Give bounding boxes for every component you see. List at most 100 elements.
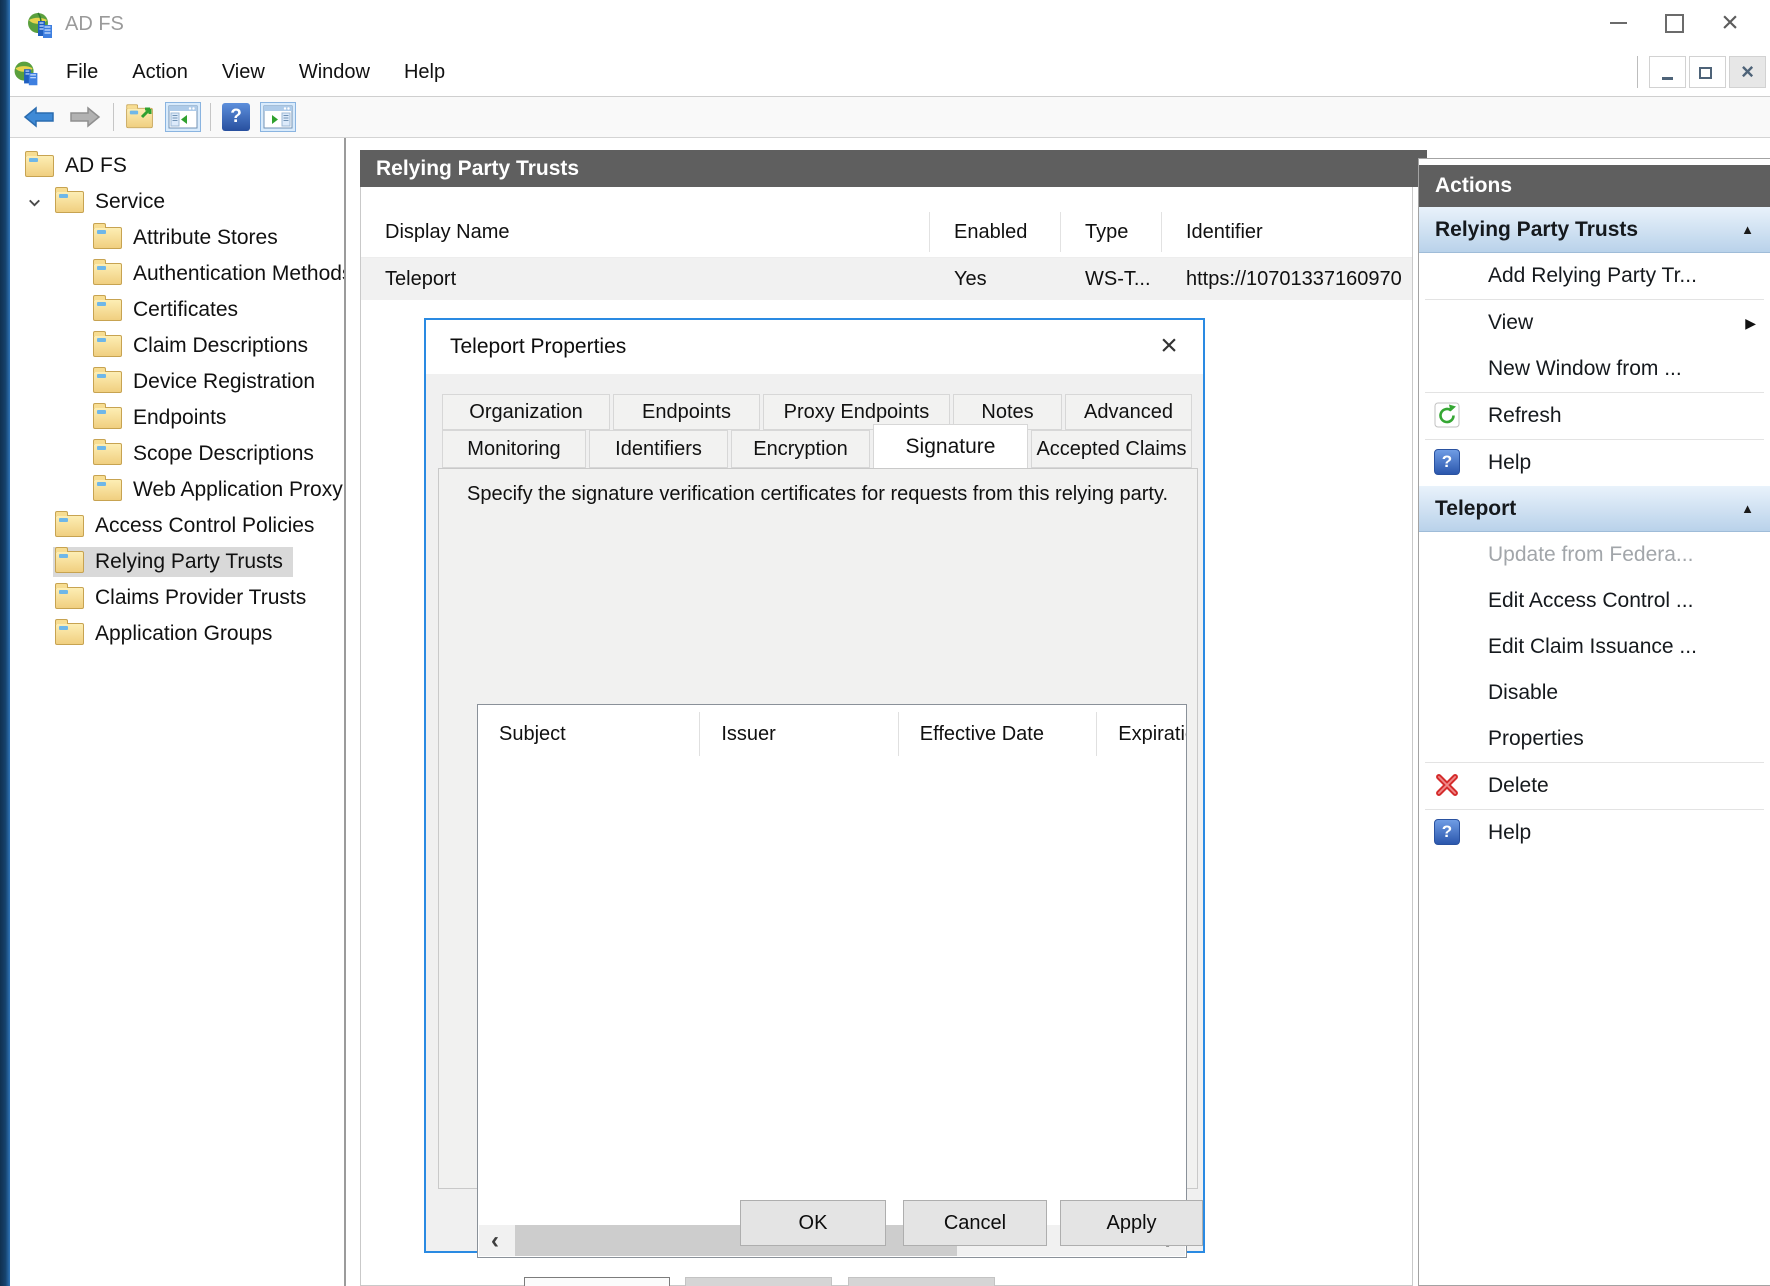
action-item-view[interactable]: View▶ (1419, 300, 1770, 346)
collapse-icon[interactable]: ▲ (1741, 222, 1754, 237)
cell: https://10701337160970 (1162, 268, 1410, 291)
tree-item-endpoints[interactable]: Endpoints (10, 400, 344, 436)
tree-item-claim-descriptions[interactable]: Claim Descriptions (10, 328, 344, 364)
tree-item-highlight: AD FS (23, 151, 137, 181)
help-icon: ? (1434, 819, 1460, 845)
tree-item-device-registration[interactable]: Device Registration (10, 364, 344, 400)
tree-item-access-control-policies[interactable]: Access Control Policies (10, 508, 344, 544)
tree-item-highlight: Certificates (91, 295, 248, 325)
console-minimize-button[interactable] (1649, 56, 1686, 88)
tree-item-claims-provider-trusts[interactable]: Claims Provider Trusts (10, 580, 344, 616)
list-column-headers: Display NameEnabledTypeIdentifier (361, 207, 1412, 258)
tree-item-highlight: Attribute Stores (91, 223, 288, 253)
action-item-properties[interactable]: Properties (1419, 716, 1770, 762)
tree-item-scope-descriptions[interactable]: Scope Descriptions (10, 436, 344, 472)
signature-tab-panel: Specify the signature verification certi… (438, 468, 1198, 1189)
ok-button[interactable]: OK (740, 1200, 886, 1246)
tree-item-attribute-stores[interactable]: Attribute Stores (10, 220, 344, 256)
export-list-button[interactable] (123, 103, 157, 131)
tree-item-web-application-proxy[interactable]: Web Application Proxy (10, 472, 344, 508)
tab-organization[interactable]: Organization (442, 394, 610, 430)
console-minimize-icon (1662, 77, 1673, 80)
add-button[interactable]: Add.. (524, 1277, 670, 1286)
console-app-icon (13, 59, 39, 85)
action-item-help[interactable]: ? Help (1419, 810, 1770, 856)
action-item-label: New Window from ... (1488, 357, 1770, 381)
menu-help[interactable]: Help (387, 53, 462, 92)
tree-item-label: Endpoints (133, 406, 226, 430)
show-action-pane-button[interactable] (260, 102, 296, 132)
tab-accepted-claims[interactable]: Accepted Claims (1031, 430, 1192, 468)
tab-encryption[interactable]: Encryption (731, 430, 870, 468)
submenu-arrow-icon: ▶ (1745, 315, 1756, 332)
close-button[interactable]: × (1702, 0, 1758, 46)
tree-item-authentication-methods[interactable]: Authentication Methods (10, 256, 344, 292)
remove-button[interactable]: Remove... (848, 1277, 995, 1286)
tree-item-application-groups[interactable]: Application Groups (10, 616, 344, 652)
app-icon (26, 11, 53, 38)
menu-file[interactable]: File (49, 53, 115, 92)
action-section-teleport[interactable]: Teleport▲ (1419, 486, 1770, 532)
tree-item-certificates[interactable]: Certificates (10, 292, 344, 328)
tab-endpoints[interactable]: Endpoints (613, 394, 760, 430)
forward-button[interactable] (66, 102, 104, 132)
tree-item-highlight: Access Control Policies (53, 511, 324, 541)
action-item-label: Help (1488, 821, 1770, 845)
dialog-tab-row-1: OrganizationEndpointsProxy EndpointsNote… (442, 394, 1195, 430)
folder-icon (93, 263, 122, 285)
folder-icon (55, 587, 84, 609)
help-toolbar-button[interactable]: ? (220, 101, 252, 133)
menu-window[interactable]: Window (282, 53, 387, 92)
column-header-type[interactable]: Type (1061, 212, 1162, 252)
tree-item-ad-fs[interactable]: AD FS (10, 148, 344, 184)
show-console-tree-button[interactable] (165, 102, 201, 132)
column-header-display-name[interactable]: Display Name (361, 212, 930, 252)
minimize-button[interactable] (1590, 0, 1646, 46)
cell: Teleport (361, 268, 930, 291)
action-pane-icon (263, 105, 293, 129)
tree-item-label: Service (95, 190, 165, 214)
scroll-left-button[interactable]: ‹ (479, 1225, 511, 1256)
tab-identifiers[interactable]: Identifiers (589, 430, 728, 468)
action-item-help[interactable]: ?Help (1419, 440, 1770, 486)
minimize-icon (1610, 22, 1627, 24)
action-item-label: Delete (1488, 774, 1770, 798)
cert-column-effective-date[interactable]: Effective Date (899, 712, 1097, 756)
dialog-close-button[interactable]: × (1149, 326, 1189, 366)
maximize-button[interactable] (1646, 0, 1702, 46)
folder-icon (93, 227, 122, 249)
tab-monitoring[interactable]: Monitoring (442, 430, 586, 468)
console-restore-button[interactable] (1689, 56, 1726, 88)
tab-advanced[interactable]: Advanced (1065, 394, 1192, 430)
console-tree-icon (168, 105, 198, 129)
table-row-teleport[interactable]: TeleportYesWS-T...https://10701337160970 (361, 258, 1412, 300)
action-item-disable[interactable]: Disable (1419, 670, 1770, 716)
chevron-down-icon[interactable] (16, 194, 53, 211)
action-item-add-relying-party-tr[interactable]: Add Relying Party Tr... (1419, 253, 1770, 299)
action-item-new-window-from[interactable]: New Window from ... (1419, 346, 1770, 392)
apply-button[interactable]: Apply (1060, 1200, 1203, 1246)
action-item-refresh[interactable]: Refresh (1419, 393, 1770, 439)
action-item-edit-claim-issuance[interactable]: Edit Claim Issuance ... (1419, 624, 1770, 670)
column-header-identifier[interactable]: Identifier (1162, 212, 1410, 252)
console-close-button[interactable]: × (1729, 56, 1766, 88)
menu-action[interactable]: Action (115, 53, 205, 92)
cancel-button[interactable]: Cancel (903, 1200, 1047, 1246)
cert-column-expiration[interactable]: Expiration (1097, 712, 1186, 756)
cert-column-subject[interactable]: Subject (478, 712, 700, 756)
collapse-icon[interactable]: ▲ (1741, 501, 1754, 516)
tree-item-service[interactable]: Service (10, 184, 344, 220)
tab-signature[interactable]: Signature (873, 424, 1028, 468)
action-item-update-from-federa[interactable]: Update from Federa... (1419, 532, 1770, 578)
action-section-relying-party-trusts[interactable]: Relying Party Trusts▲ (1419, 207, 1770, 253)
back-button[interactable] (20, 102, 58, 132)
console-close-icon: × (1741, 61, 1754, 83)
cert-column-issuer[interactable]: Issuer (700, 712, 898, 756)
action-item-edit-access-control[interactable]: Edit Access Control ... (1419, 578, 1770, 624)
column-header-enabled[interactable]: Enabled (930, 212, 1061, 252)
action-item-delete[interactable]: Delete (1419, 763, 1770, 809)
view-button[interactable]: View... (685, 1277, 832, 1286)
menu-view[interactable]: View (205, 53, 282, 92)
tree-item-relying-party-trusts[interactable]: Relying Party Trusts (10, 544, 344, 580)
scrollbar-thumb[interactable] (515, 1225, 957, 1256)
